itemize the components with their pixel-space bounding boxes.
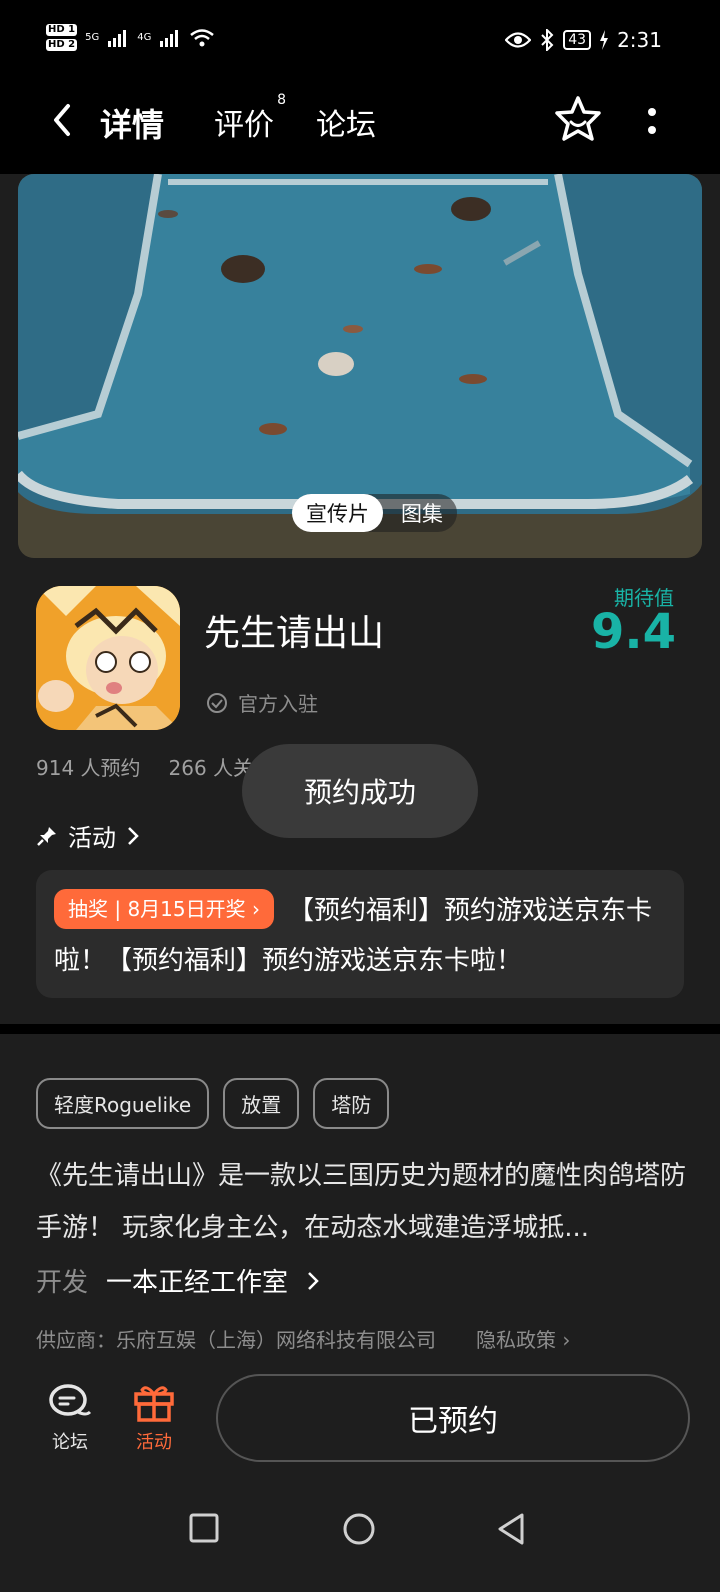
media-switcher: 宣传片 图集 [292, 494, 457, 532]
hd1-badge: HD 1 [46, 24, 78, 36]
tab-promo-video[interactable]: 宣传片 [292, 494, 383, 532]
clock: 2:31 [617, 28, 662, 52]
pin-icon [37, 826, 56, 846]
chevron-right-icon [128, 826, 139, 845]
official-label: 官方入驻 [238, 692, 318, 716]
reserved-button[interactable]: 已预约 [216, 1374, 690, 1462]
back-arrow-icon[interactable] [44, 100, 84, 140]
lottery-badge[interactable]: 抽奖 | 8月15日开奖 › [54, 889, 274, 929]
follow-count: 266 人关 [168, 756, 254, 780]
activity-header[interactable]: 活动 [36, 818, 140, 853]
system-nav-bar [0, 1464, 720, 1592]
reservation-count: 914 人预约 [36, 756, 141, 780]
tab-reviews[interactable]: 评价 8 [214, 92, 286, 144]
activity-button[interactable]: 活动 [124, 1382, 184, 1454]
gift-icon [134, 1386, 174, 1422]
genre-tags: 轻度Roguelike 放置 塔防 [36, 1078, 390, 1129]
promo-video-banner[interactable]: 宣传片 图集 [18, 174, 702, 558]
game-icon [36, 586, 180, 730]
verified-check-icon [207, 692, 227, 713]
tag-tower-defense[interactable]: 塔防 [313, 1078, 390, 1129]
activity-label: 活动 [136, 1432, 172, 1453]
tab-details-label: 详情 [100, 106, 165, 144]
signal-4g-icon [160, 29, 179, 47]
tab-reviews-label: 评价 [214, 108, 274, 143]
signal-4g-label: 4G [137, 32, 152, 43]
developer-label: 开发 [36, 1268, 89, 1298]
forum-chat-icon [49, 1384, 92, 1416]
activity-content: 抽奖 | 8月15日开奖 › 【预约福利】预约游戏送京东卡啦！【预约福利】预约游戏… [54, 886, 666, 986]
reservation-stats: 914 人预约 266 人关 [36, 752, 253, 781]
tab-forum[interactable]: 论坛 [316, 100, 376, 144]
status-right: 43 2:31 [505, 28, 662, 52]
activity-card[interactable]: 抽奖 | 8月15日开奖 › 【预约福利】预约游戏送京东卡啦！【预约福利】预约游戏… [36, 870, 684, 998]
privacy-policy-link[interactable]: 隐私政策 › [476, 1324, 570, 1352]
reservation-success-toast: 预约成功 [242, 744, 478, 838]
forum-button[interactable]: 论坛 [40, 1382, 100, 1454]
game-title: 先生请出山 [204, 613, 385, 654]
activity-header-label: 活动 [68, 824, 116, 852]
bottom-action-bar: 论坛 活动 已预约 [0, 1352, 720, 1464]
forum-label: 论坛 [52, 1432, 88, 1453]
tab-details[interactable]: 详情 [95, 100, 169, 146]
official-badge: 官方入驻 [206, 688, 318, 717]
favorite-star-icon[interactable] [552, 94, 604, 146]
section-divider [0, 1024, 720, 1034]
review-count-badge: 8 [277, 92, 286, 108]
tag-roguelike[interactable]: 轻度Roguelike [36, 1078, 210, 1129]
game-description[interactable]: 《先生请出山》是一款以三国历史为题材的魔性肉鸽塔防手游！ 玩家化身主公，在动态水… [36, 1150, 686, 1254]
expectation-score: 9.4 [590, 604, 676, 660]
developer-name: 一本正经工作室 [106, 1268, 289, 1298]
charging-icon [600, 30, 609, 50]
developer-row[interactable]: 开发 一本正经工作室 [36, 1262, 320, 1299]
wifi-icon [190, 28, 215, 46]
back-triangle-icon[interactable] [496, 1512, 526, 1546]
supplier-row: 供应商：乐府互娱（上海）网络科技有限公司 隐私政策 › [36, 1324, 570, 1352]
hd-badges: HD 1 HD 2 [46, 24, 78, 51]
chevron-right-icon [308, 1271, 319, 1290]
top-nav: 详情 评价 8 论坛 [0, 88, 720, 174]
tab-forum-label: 论坛 [316, 108, 376, 143]
signal-5g-icon [108, 29, 127, 47]
hd2-badge: HD 2 [46, 39, 78, 51]
tag-idle[interactable]: 放置 [223, 1078, 300, 1129]
eye-icon [505, 32, 532, 48]
supplier-text: 供应商：乐府互娱（上海）网络科技有限公司 [36, 1328, 436, 1352]
status-left: HD 1 HD 2 5G 4G [46, 24, 215, 51]
recent-apps-icon[interactable] [188, 1512, 220, 1544]
game-character-image [36, 586, 180, 730]
home-icon[interactable] [342, 1512, 376, 1546]
more-options-icon[interactable] [644, 104, 660, 138]
tab-gallery[interactable]: 图集 [387, 494, 457, 532]
battery-indicator: 43 [563, 30, 592, 50]
status-bar: HD 1 HD 2 5G 4G 43 2:31 [0, 0, 720, 88]
bluetooth-icon [541, 29, 554, 51]
signal-5g-label: 5G [85, 32, 100, 43]
